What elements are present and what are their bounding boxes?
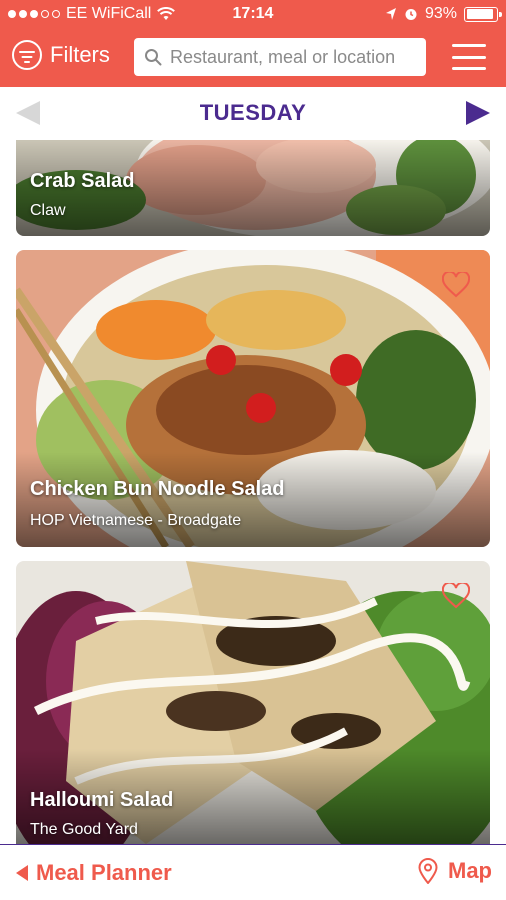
heart-icon[interactable] (442, 583, 470, 609)
bottom-nav: Meal Planner Map (0, 844, 506, 900)
map-label: Map (448, 858, 492, 883)
meal-list[interactable]: Crab Salad Claw Chicken Bun Noodle Salad… (0, 140, 506, 844)
meal-restaurant: Claw (30, 202, 66, 219)
filter-icon (12, 40, 42, 70)
meal-title: Chicken Bun Noodle Salad (30, 478, 285, 500)
filters-button[interactable]: Filters (12, 40, 110, 70)
battery-fill (466, 9, 494, 19)
meal-restaurant: The Good Yard (30, 821, 138, 838)
battery-percent: 93% (424, 5, 457, 22)
meal-title: Crab Salad (30, 170, 135, 192)
next-day-button[interactable] (466, 101, 490, 125)
alarm-icon (405, 9, 417, 20)
search-icon (145, 49, 162, 66)
status-right: 93% (385, 5, 502, 23)
status-bar: EE WiFiCall 17:14 93% (0, 0, 506, 28)
meal-card[interactable]: Crab Salad Claw (16, 140, 490, 236)
nav-row: Filters (0, 36, 506, 78)
back-triangle-icon (16, 865, 28, 881)
meal-restaurant: HOP Vietnamese - Broadgate (30, 512, 242, 529)
meal-planner-label: Meal Planner (36, 860, 172, 885)
day-label: TUESDAY (199, 100, 307, 125)
meal-planner-button[interactable]: Meal Planner (16, 860, 172, 886)
filters-label: Filters (50, 42, 110, 67)
meal-card[interactable]: Chicken Bun Noodle Salad HOP Vietnamese … (16, 250, 490, 547)
app-header: EE WiFiCall 17:14 93% Filters Restaurant… (0, 0, 506, 87)
meal-card[interactable]: Halloumi Salad The Good Yard (16, 561, 490, 844)
heart-icon[interactable] (442, 272, 470, 298)
map-pin-icon (418, 858, 438, 884)
search-box[interactable] (134, 38, 426, 76)
battery-icon (464, 6, 502, 22)
meal-title: Halloumi Salad (30, 789, 174, 811)
map-button[interactable]: Map (418, 858, 492, 884)
hamburger-menu-icon[interactable] (452, 44, 486, 70)
search-input[interactable] (170, 46, 410, 68)
location-arrow-icon (385, 8, 396, 20)
day-navigator: TUESDAY (0, 87, 506, 140)
